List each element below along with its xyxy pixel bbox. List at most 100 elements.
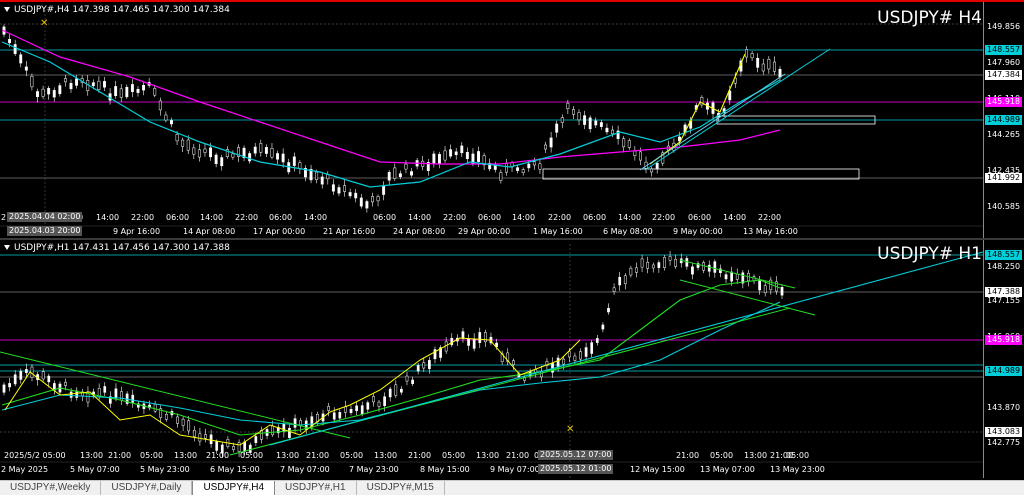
h1-price-axis[interactable]: 148.250147.155146.060143.870142.775148.5…	[983, 240, 1024, 478]
candle-body	[556, 357, 560, 367]
time-tick-label: 21 Apr 16:00	[323, 227, 376, 236]
time-tick-label: 21:00	[408, 451, 432, 460]
crosshair-time-label: 2025.04.04 02:00	[7, 212, 83, 222]
crosshair-time-label-secondary: 2025.04.03 20:00	[7, 226, 83, 236]
time-tick-label: 6 May 15:00	[210, 465, 260, 474]
candle-body	[91, 82, 95, 87]
candle-body	[198, 433, 202, 442]
tab-usdjpy-h4[interactable]: USDJPY#,H4	[192, 481, 276, 495]
candle-body	[461, 331, 465, 339]
candle-body	[454, 151, 458, 156]
candle-body	[243, 441, 247, 452]
time-tick-label: 13 May 16:00	[743, 227, 798, 236]
time-tick-label: 2 May 2025	[1, 465, 49, 474]
candle-body	[103, 386, 107, 393]
h4-price-axis[interactable]: 149.856147.960146.110144.265142.435140.5…	[983, 2, 1024, 238]
candle-body	[41, 88, 45, 97]
candle-body	[298, 162, 302, 169]
candle-body	[30, 75, 34, 88]
h1-chart-canvas[interactable]: ✕	[0, 240, 983, 478]
candle-body	[197, 149, 201, 158]
candle-body	[281, 153, 285, 163]
time-tick-label: 13:00	[80, 451, 104, 460]
price-tick-label: 149.856	[987, 22, 1021, 31]
candle-body	[611, 129, 614, 135]
time-tick-label: 06:00	[373, 213, 397, 222]
tab-usdjpy-m15[interactable]: USDJPY#,M15	[357, 481, 445, 495]
h1-chart-header: USDJPY#,H1 147.431 147.456 147.300 147.3…	[4, 243, 230, 253]
candle-body	[601, 324, 605, 330]
candle-body	[153, 404, 157, 412]
time-tick-label: 14:00	[512, 213, 536, 222]
tab-usdjpy-h1[interactable]: USDJPY#,H1	[275, 481, 357, 495]
candle-body	[393, 167, 397, 179]
candle-body	[618, 276, 622, 286]
candle-body	[599, 122, 603, 127]
candle-body	[13, 374, 17, 385]
candle-body	[410, 171, 413, 176]
trend-line	[644, 48, 831, 171]
candle-body	[276, 153, 280, 160]
price-tick-label: 142.775	[987, 438, 1021, 447]
candle-body	[555, 123, 559, 133]
candle-body	[254, 436, 258, 443]
candle-body	[2, 384, 6, 393]
candle-body	[499, 172, 503, 181]
candle-body	[192, 147, 196, 155]
price-tick-label: 143.870	[987, 403, 1021, 412]
candle-body	[8, 383, 11, 388]
candle-body	[655, 163, 659, 169]
candle-body	[220, 157, 224, 167]
candle-body	[349, 409, 353, 413]
candle-body	[465, 152, 469, 159]
candle-body	[745, 49, 748, 58]
time-tick-label: 13 May 23:00	[770, 465, 825, 474]
candle-body	[730, 271, 733, 282]
candle-body	[63, 78, 67, 83]
candle-body	[607, 307, 610, 313]
candle-body	[400, 388, 403, 393]
candle-body	[69, 83, 73, 90]
time-tick-label: 06:00	[166, 213, 190, 222]
price-level-tag: 148.557	[985, 250, 1023, 260]
candle-body	[460, 145, 464, 154]
candle-body	[780, 286, 784, 296]
candle-body	[549, 137, 553, 148]
price-level-tag: 143.083	[985, 427, 1023, 437]
time-tick-label: 1 May 16:00	[533, 227, 583, 236]
candle-body	[181, 418, 185, 426]
candle-body	[215, 441, 219, 451]
h4-chart-canvas[interactable]: ✕	[0, 2, 983, 238]
h4-symbol-title: USDJPY# H4	[877, 8, 982, 28]
time-tick-label: 6 May 08:00	[603, 227, 653, 236]
candle-body	[477, 151, 480, 162]
candle-body	[376, 196, 380, 202]
candle-body	[387, 172, 391, 181]
candle-body	[209, 434, 213, 445]
candle-body	[153, 88, 157, 96]
candle-body	[588, 117, 592, 130]
dropdown-triangle-icon[interactable]	[4, 7, 10, 12]
time-tick-label: 21:00	[506, 451, 530, 460]
price-tick-label: 147.960	[987, 58, 1021, 67]
time-tick-label: 29 Apr 00:00	[458, 227, 511, 236]
candle-body	[164, 414, 168, 420]
candle-body	[64, 381, 67, 386]
tab-usdjpy-daily[interactable]: USDJPY#,Daily	[101, 481, 193, 495]
candle-body	[136, 88, 140, 93]
tab-usdjpy-weekly[interactable]: USDJPY#,Weekly	[0, 481, 102, 495]
candle-body	[405, 375, 409, 382]
candle-body	[359, 197, 363, 207]
candle-body	[232, 446, 235, 450]
chart-pane-h4[interactable]: ✕ USDJPY#,H4 147.398 147.465 147.300 147…	[0, 0, 1024, 238]
candle-body	[438, 154, 441, 165]
candle-body	[19, 370, 23, 380]
dropdown-triangle-icon[interactable]	[4, 245, 10, 250]
chart-pane-h1[interactable]: ✕ USDJPY#,H1 147.431 147.456 147.300 147…	[0, 240, 1024, 478]
time-tick-label: 22:00	[131, 213, 155, 222]
time-tick-label: 24 Apr 08:00	[393, 227, 446, 236]
candle-body	[331, 184, 335, 192]
candle-body	[685, 258, 689, 267]
time-tick-label: 13:00	[174, 451, 198, 460]
time-tick-label: 5 May 07:00	[70, 465, 120, 474]
